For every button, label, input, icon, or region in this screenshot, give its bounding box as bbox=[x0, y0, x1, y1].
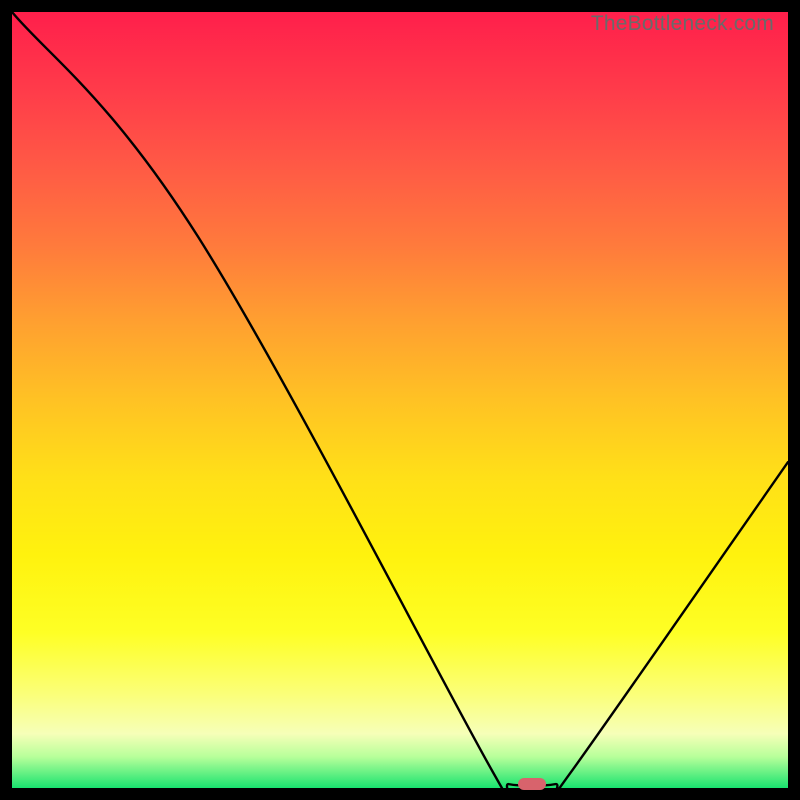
bottleneck-curve bbox=[12, 12, 788, 788]
plot-area: TheBottleneck.com bbox=[12, 12, 788, 788]
chart-container: TheBottleneck.com bbox=[0, 0, 800, 800]
optimal-marker bbox=[518, 778, 546, 790]
